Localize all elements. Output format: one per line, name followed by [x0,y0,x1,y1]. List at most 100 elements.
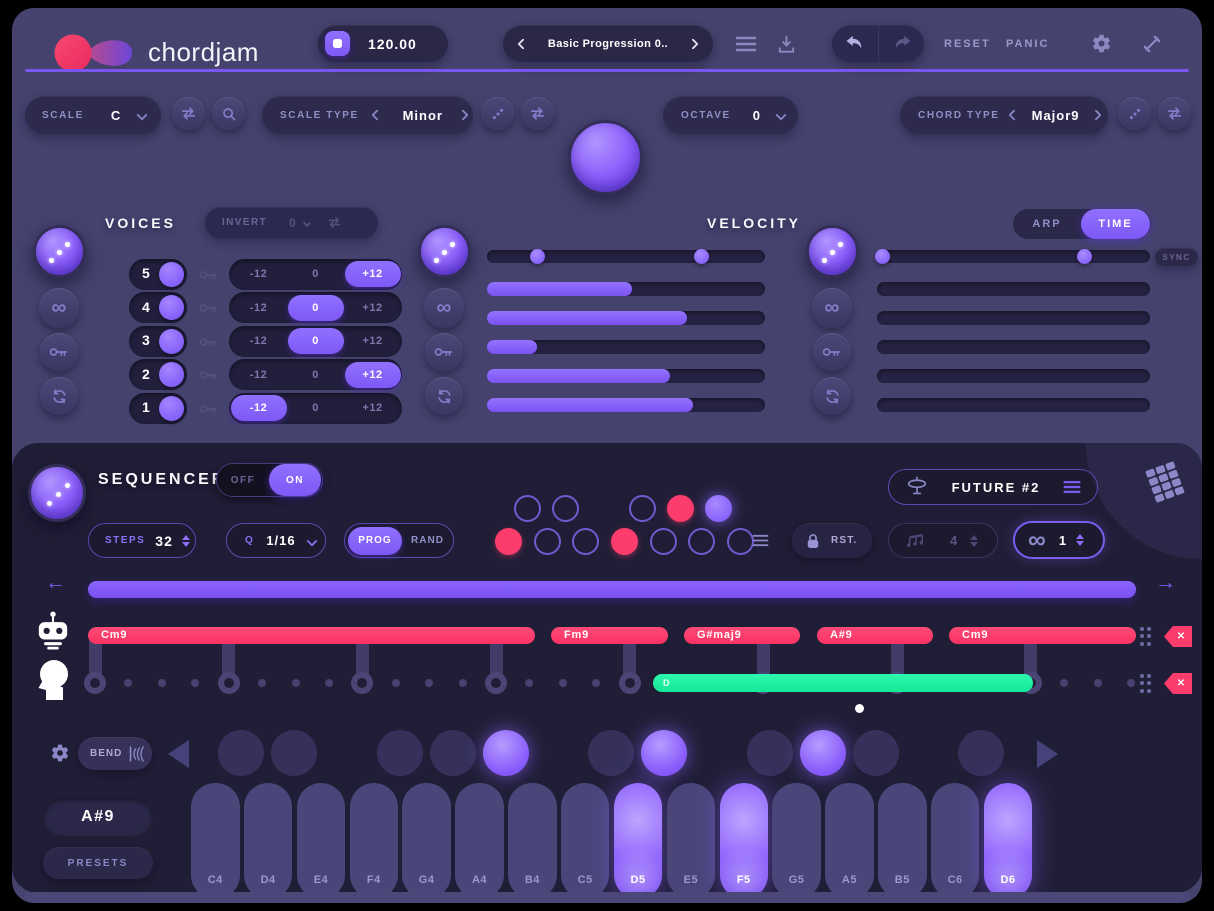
time-bar-track[interactable] [877,282,1150,296]
velocity-bar-track[interactable] [487,311,765,325]
step-dot[interactable] [1093,679,1102,687]
key-G5[interactable]: G5 [772,783,821,899]
step-dot[interactable] [191,679,200,687]
note-lane-delete-button[interactable]: ✕ [1164,673,1192,694]
voice-offset-option[interactable]: +12 [345,295,401,321]
notes-menu-icon[interactable] [752,534,769,547]
tab-time[interactable]: TIME [1081,209,1150,239]
scale-type-next-icon[interactable] [457,109,469,121]
voice-offset-option[interactable]: 0 [288,395,344,421]
scale-type-selector[interactable]: SCALE TYPE Minor [262,96,473,134]
note-circle-C[interactable] [495,528,522,555]
velocity-bar-track[interactable] [487,398,765,412]
step-dot[interactable] [525,679,534,687]
key-F5[interactable]: F5 [719,783,768,899]
key-E4[interactable]: E4 [296,783,346,899]
bpm-display[interactable]: 120.00 [318,25,448,62]
scale-search-button[interactable] [212,97,245,130]
chord-type-selector[interactable]: CHORD TYPE Major9 [900,96,1108,134]
keyboard-scroll-left-button[interactable] [168,740,189,768]
velocity-bar-track[interactable] [487,282,765,296]
time-bar-track[interactable] [877,398,1150,412]
midi-patch-icon[interactable] [1142,34,1162,54]
voices-infinity-toggle[interactable]: ∞ [39,288,79,328]
octave-selector[interactable]: OCTAVE 0 [663,96,798,134]
voice-key-icon[interactable] [199,369,219,381]
velocity-bar-track[interactable] [487,369,765,383]
preset-prev-icon[interactable] [517,37,529,50]
scale-value[interactable]: C [111,108,121,123]
key-F#4[interactable] [377,730,423,776]
note-lane-drag-handle[interactable] [1140,674,1153,693]
time-bar-track[interactable] [877,340,1150,354]
scale-selector[interactable]: SCALE C [25,96,161,134]
voice-offset-option[interactable]: +12 [344,261,401,287]
redo-button[interactable] [879,35,924,52]
pattern-selector[interactable]: FUTURE #2 [888,469,1098,505]
scale-type-value[interactable]: Minor [399,108,447,123]
voice-key-icon[interactable] [199,269,219,281]
chord-block[interactable]: A#9 [817,627,933,644]
voice-offset-option[interactable]: 0 [287,294,344,321]
settings-gear-icon[interactable] [1091,33,1112,54]
octave-dropdown-icon[interactable] [775,109,787,121]
velocity-infinity-toggle[interactable]: ∞ [424,288,464,328]
time-range-handle-low[interactable] [874,249,890,264]
step-dot[interactable] [258,679,267,687]
velocity-cycle-toggle[interactable] [425,377,463,415]
loop-count-value[interactable]: 1 [1059,533,1066,548]
note-circle-B[interactable] [727,528,754,555]
chord-type-next-icon[interactable] [1089,109,1102,121]
voice-offset-option[interactable]: +12 [345,395,401,421]
voice-offset-option[interactable]: 0 [288,362,344,388]
key-D5[interactable]: D5 [613,783,663,899]
scale-dropdown-icon[interactable] [136,109,148,121]
note-circle-C#[interactable] [514,495,541,522]
step-beat-ring[interactable] [485,672,508,694]
key-A4[interactable]: A4 [455,783,504,899]
key-C6[interactable]: C6 [930,783,980,899]
key-C4[interactable]: C4 [191,783,240,899]
note-circle-E[interactable] [572,528,599,555]
playback-progress-bar[interactable] [88,581,1136,598]
voice-offset-option[interactable]: -12 [230,395,287,421]
step-beat-ring[interactable] [351,672,374,694]
note-circle-G#[interactable] [667,495,694,522]
time-range-track[interactable] [877,250,1150,263]
sequencer-power-toggle[interactable]: OFF ON [216,463,323,497]
time-range-handle-high[interactable] [1076,249,1092,264]
key-F#5[interactable] [747,730,793,776]
step-dot[interactable] [391,679,400,687]
note-circle-D#[interactable] [552,495,579,522]
main-trigger-knob[interactable] [568,120,643,195]
voice-offset-option[interactable]: 0 [288,261,344,287]
voice-offset-option[interactable]: -12 [231,295,287,321]
velocity-range-handle-high[interactable] [693,249,709,264]
invert-swap-icon[interactable] [326,214,343,231]
steps-stepper-icon[interactable] [181,534,190,547]
reset-button[interactable]: RESET [944,38,991,50]
note-bar[interactable]: D [653,674,1033,692]
voice-offset-option[interactable]: +12 [344,361,401,388]
power-on-label[interactable]: ON [269,464,321,496]
preset-name[interactable]: Basic Progression 0.. [548,38,668,50]
step-dot[interactable] [324,679,333,687]
octave-value[interactable]: 0 [753,108,761,123]
step-dot[interactable] [425,679,434,687]
step-beat-ring[interactable] [84,672,106,694]
voice-key-icon[interactable] [199,403,219,415]
voice-on-toggle[interactable] [159,295,184,320]
voice-offset-option[interactable]: -12 [231,261,287,287]
time-key-latch-toggle[interactable] [813,333,851,371]
mode-rand-label[interactable]: RAND [402,535,453,546]
tab-arp[interactable]: ARP [1013,218,1081,230]
voice-offset-option[interactable]: -12 [231,362,287,388]
invert-dropdown-icon[interactable] [302,218,312,227]
step-dot[interactable] [124,679,133,687]
chord-type-prev-icon[interactable] [1007,109,1020,121]
voice-on-toggle[interactable] [159,362,184,387]
velocity-randomize-knob[interactable] [418,225,471,278]
bpm-value[interactable]: 120.00 [368,36,417,52]
step-beat-ring[interactable] [618,672,641,694]
key-G#5[interactable] [800,730,846,776]
